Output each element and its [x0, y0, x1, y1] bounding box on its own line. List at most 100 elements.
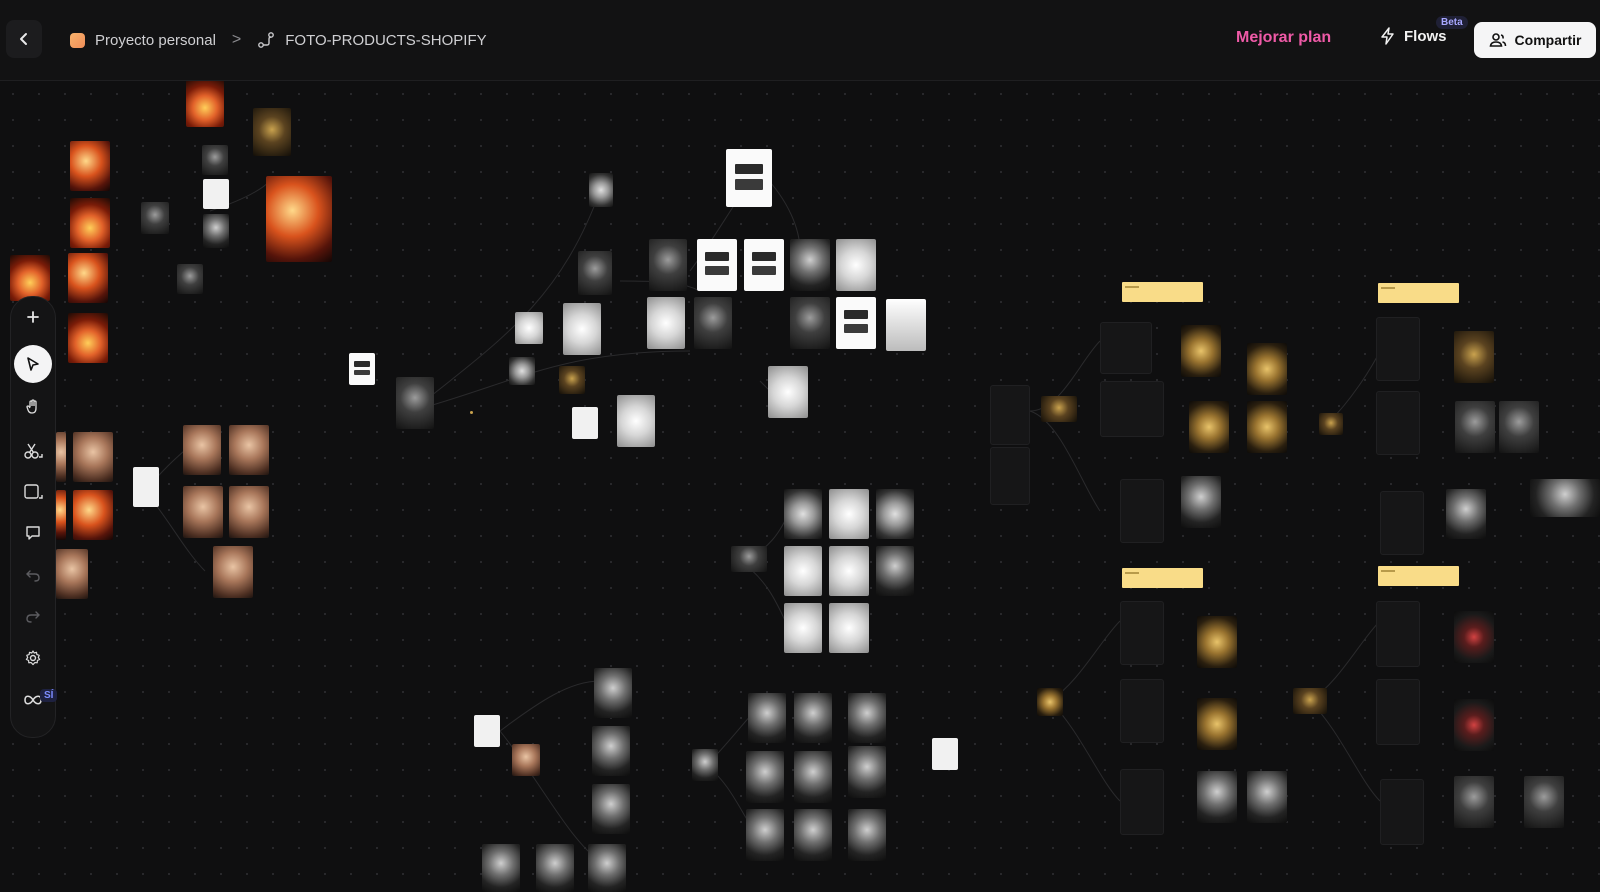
image-node[interactable] — [10, 255, 50, 301]
image-node[interactable] — [1530, 479, 1600, 517]
image-node[interactable] — [183, 486, 223, 538]
undo-button[interactable] — [19, 561, 47, 589]
image-node[interactable] — [649, 239, 687, 291]
image-node[interactable] — [848, 746, 886, 798]
image-node[interactable] — [1247, 771, 1287, 823]
image-node[interactable] — [692, 749, 718, 781]
image-node[interactable] — [1197, 771, 1237, 823]
image-node[interactable] — [592, 784, 630, 834]
image-node[interactable] — [396, 377, 434, 429]
image-node[interactable] — [784, 603, 822, 653]
image-node[interactable] — [697, 239, 737, 291]
image-node[interactable] — [515, 312, 543, 344]
placeholder-node[interactable] — [1376, 391, 1420, 455]
image-node[interactable] — [829, 546, 869, 596]
image-node[interactable] — [1181, 325, 1221, 377]
image-node[interactable] — [694, 297, 732, 349]
image-node[interactable] — [177, 264, 203, 294]
image-node[interactable] — [1454, 776, 1494, 828]
image-node[interactable] — [748, 693, 786, 743]
image-node[interactable] — [848, 693, 886, 743]
image-node[interactable] — [1197, 616, 1237, 668]
placeholder-node[interactable] — [1100, 322, 1152, 374]
settings-button[interactable] — [19, 644, 47, 672]
image-node[interactable] — [1037, 688, 1063, 716]
image-node[interactable] — [794, 751, 832, 803]
image-node[interactable] — [1524, 776, 1564, 828]
image-node[interactable] — [1319, 413, 1343, 435]
image-node[interactable] — [886, 299, 926, 351]
image-node[interactable] — [349, 353, 375, 385]
image-node[interactable] — [790, 297, 830, 349]
placeholder-node[interactable] — [990, 447, 1030, 505]
image-node[interactable] — [68, 253, 108, 303]
sticky-note[interactable] — [1122, 282, 1203, 302]
image-node[interactable] — [512, 744, 540, 776]
image-node[interactable] — [203, 179, 229, 209]
redo-button[interactable] — [19, 602, 47, 630]
frame-tool-button[interactable] — [19, 478, 47, 506]
hand-tool-button[interactable] — [19, 393, 47, 421]
placeholder-node[interactable] — [990, 385, 1030, 445]
placeholder-node[interactable] — [1100, 381, 1164, 437]
image-node[interactable] — [731, 546, 767, 572]
image-node[interactable] — [932, 738, 958, 770]
image-node[interactable] — [572, 407, 598, 439]
image-node[interactable] — [588, 844, 626, 892]
image-node[interactable] — [829, 489, 869, 539]
image-node[interactable] — [589, 173, 613, 207]
image-node[interactable] — [1499, 401, 1539, 453]
image-node[interactable] — [1446, 489, 1486, 539]
image-node[interactable] — [183, 425, 221, 475]
back-button[interactable] — [6, 20, 42, 58]
placeholder-node[interactable] — [1120, 479, 1164, 543]
image-node[interactable] — [1454, 699, 1494, 751]
image-node[interactable] — [536, 844, 574, 892]
image-node[interactable] — [56, 549, 88, 599]
image-node[interactable] — [266, 176, 332, 262]
breadcrumb-flow[interactable]: FOTO-PRODUCTS-SHOPIFY — [285, 32, 486, 49]
image-node[interactable] — [794, 809, 832, 861]
placeholder-node[interactable] — [1120, 769, 1164, 835]
image-node[interactable] — [559, 366, 585, 394]
cut-tool-button[interactable] — [19, 437, 47, 465]
image-node[interactable] — [229, 425, 269, 475]
image-node[interactable] — [1181, 476, 1221, 528]
select-tool-button[interactable] — [14, 345, 52, 383]
image-node[interactable] — [594, 668, 632, 718]
image-node[interactable] — [70, 141, 110, 191]
image-node[interactable] — [829, 603, 869, 653]
image-node[interactable] — [1454, 331, 1494, 383]
image-node[interactable] — [229, 486, 269, 538]
add-button[interactable] — [19, 303, 47, 331]
image-node[interactable] — [746, 809, 784, 861]
breadcrumb-project[interactable]: Proyecto personal — [95, 32, 216, 49]
image-node[interactable] — [768, 366, 808, 418]
image-node[interactable] — [56, 490, 66, 540]
placeholder-node[interactable] — [1120, 679, 1164, 743]
image-node[interactable] — [876, 489, 914, 539]
placeholder-node[interactable] — [1380, 779, 1424, 845]
image-node[interactable] — [746, 751, 784, 803]
image-node[interactable] — [186, 81, 224, 127]
image-node[interactable] — [474, 715, 500, 747]
image-node[interactable] — [836, 297, 876, 349]
image-node[interactable] — [133, 467, 159, 507]
image-node[interactable] — [617, 395, 655, 447]
image-node[interactable] — [1247, 343, 1287, 395]
image-node[interactable] — [578, 251, 612, 295]
image-node[interactable] — [1247, 401, 1287, 453]
image-node[interactable] — [876, 546, 914, 596]
image-node[interactable] — [592, 726, 630, 776]
sticky-note[interactable] — [1378, 283, 1459, 303]
image-node[interactable] — [213, 546, 253, 598]
image-node[interactable] — [726, 149, 772, 207]
image-node[interactable] — [563, 303, 601, 355]
sticky-note[interactable] — [1378, 566, 1459, 586]
upgrade-plan-link[interactable]: Mejorar plan — [1236, 29, 1331, 47]
image-node[interactable] — [1455, 401, 1495, 453]
image-node[interactable] — [1041, 396, 1077, 422]
image-node[interactable] — [203, 214, 229, 248]
placeholder-node[interactable] — [1380, 491, 1424, 555]
flow-canvas[interactable] — [0, 81, 1600, 892]
